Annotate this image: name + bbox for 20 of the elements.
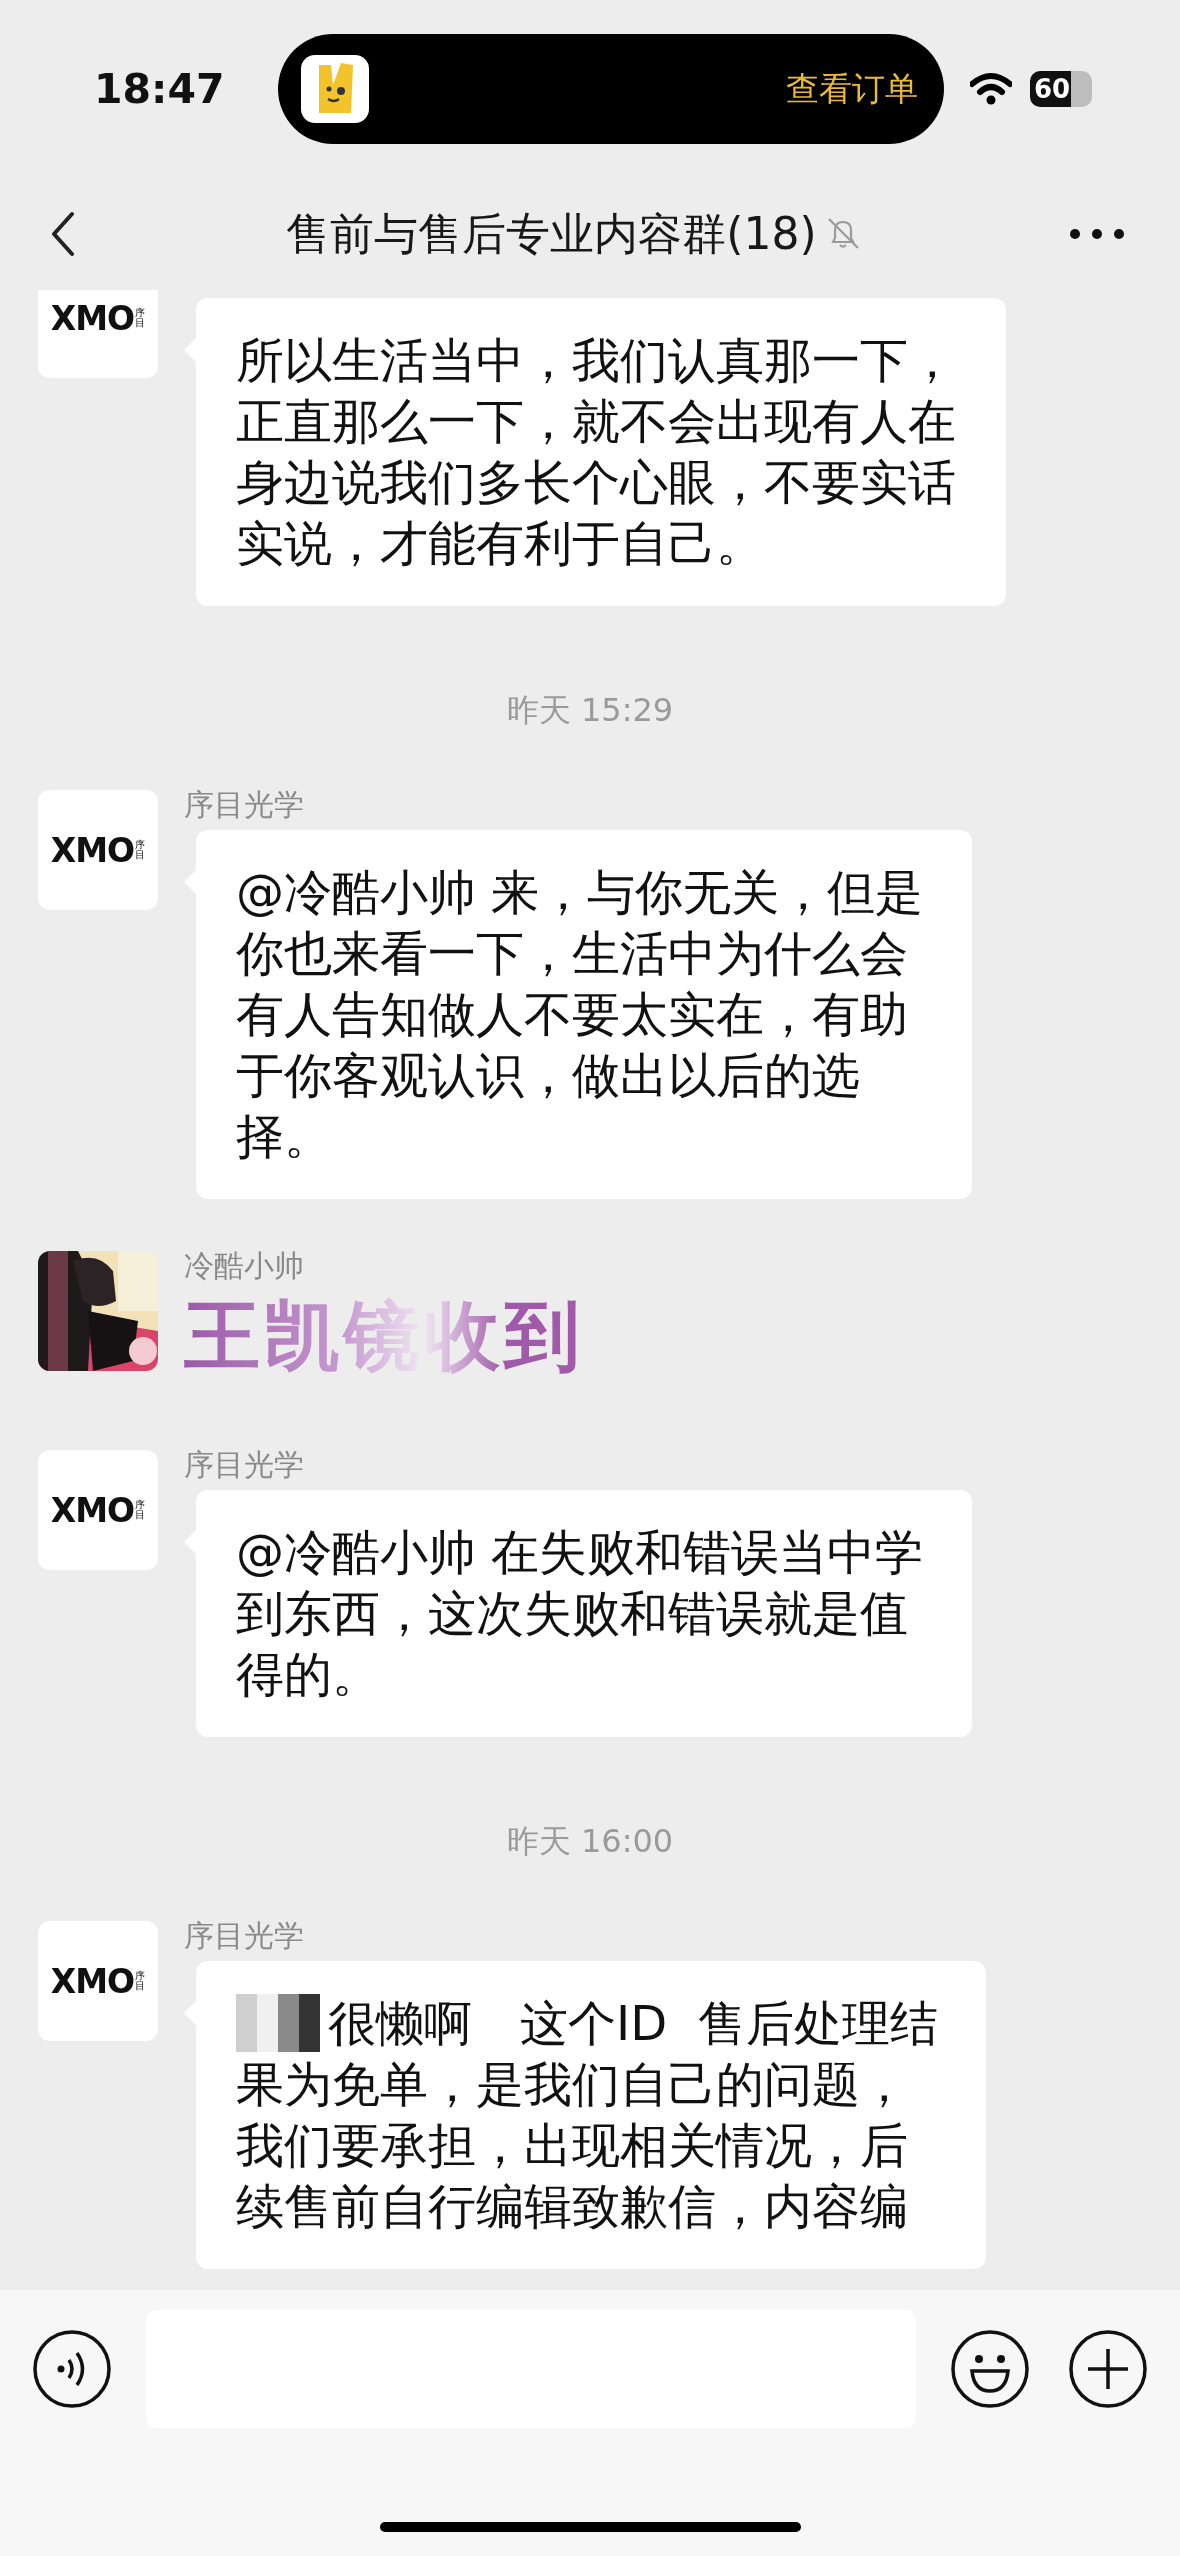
message-bubble: 很懒啊 这个ID 售后处理结果为免单，是我们自己的问题，我们要承担，出现相关情况，后续售前自行编辑致歉信，内容编 — [196, 1961, 987, 2269]
view-order-link[interactable]: 查看订单 — [786, 66, 918, 112]
app-icon[interactable] — [301, 55, 369, 123]
message-bubble: 所以生活当中，我们认真那一下，正直那么一下，就不会出现有人在身边说我们多长个心眼，不要实话实说，才能有利于自己。 — [196, 298, 1006, 606]
battery-level: 60 — [1030, 71, 1092, 107]
sender-name: 序目光学 — [184, 1450, 305, 1484]
wifi-icon — [970, 72, 1012, 106]
sender-name: 冷酷小帅 — [184, 1251, 305, 1285]
chat-title: 售前与售后专业内容群(18) — [286, 206, 817, 261]
plus-icon[interactable] — [1068, 2329, 1148, 2409]
timestamp: 昨天 15:29 — [505, 694, 675, 726]
timestamp: 昨天 16:00 — [505, 1825, 675, 1857]
sender-name: 序目光学 — [184, 1921, 305, 1955]
more-icon[interactable] — [1069, 228, 1125, 240]
message-bubble: @冷酷小帅 在失败和错误当中学到东西，这次失败和错误就是值得的。 — [196, 1490, 972, 1737]
sender-name: 序目光学 — [184, 790, 305, 824]
status-time: 18:47 — [94, 65, 226, 113]
emoji-icon[interactable] — [950, 2329, 1030, 2409]
message-bubble: @冷酷小帅 来，与你无关，但是你也来看一下，生活中为什么会有人告知做人不要太实在，有助于你客观认识，做出以后的选择。 — [196, 830, 972, 1199]
voice-icon[interactable] — [32, 2329, 112, 2409]
